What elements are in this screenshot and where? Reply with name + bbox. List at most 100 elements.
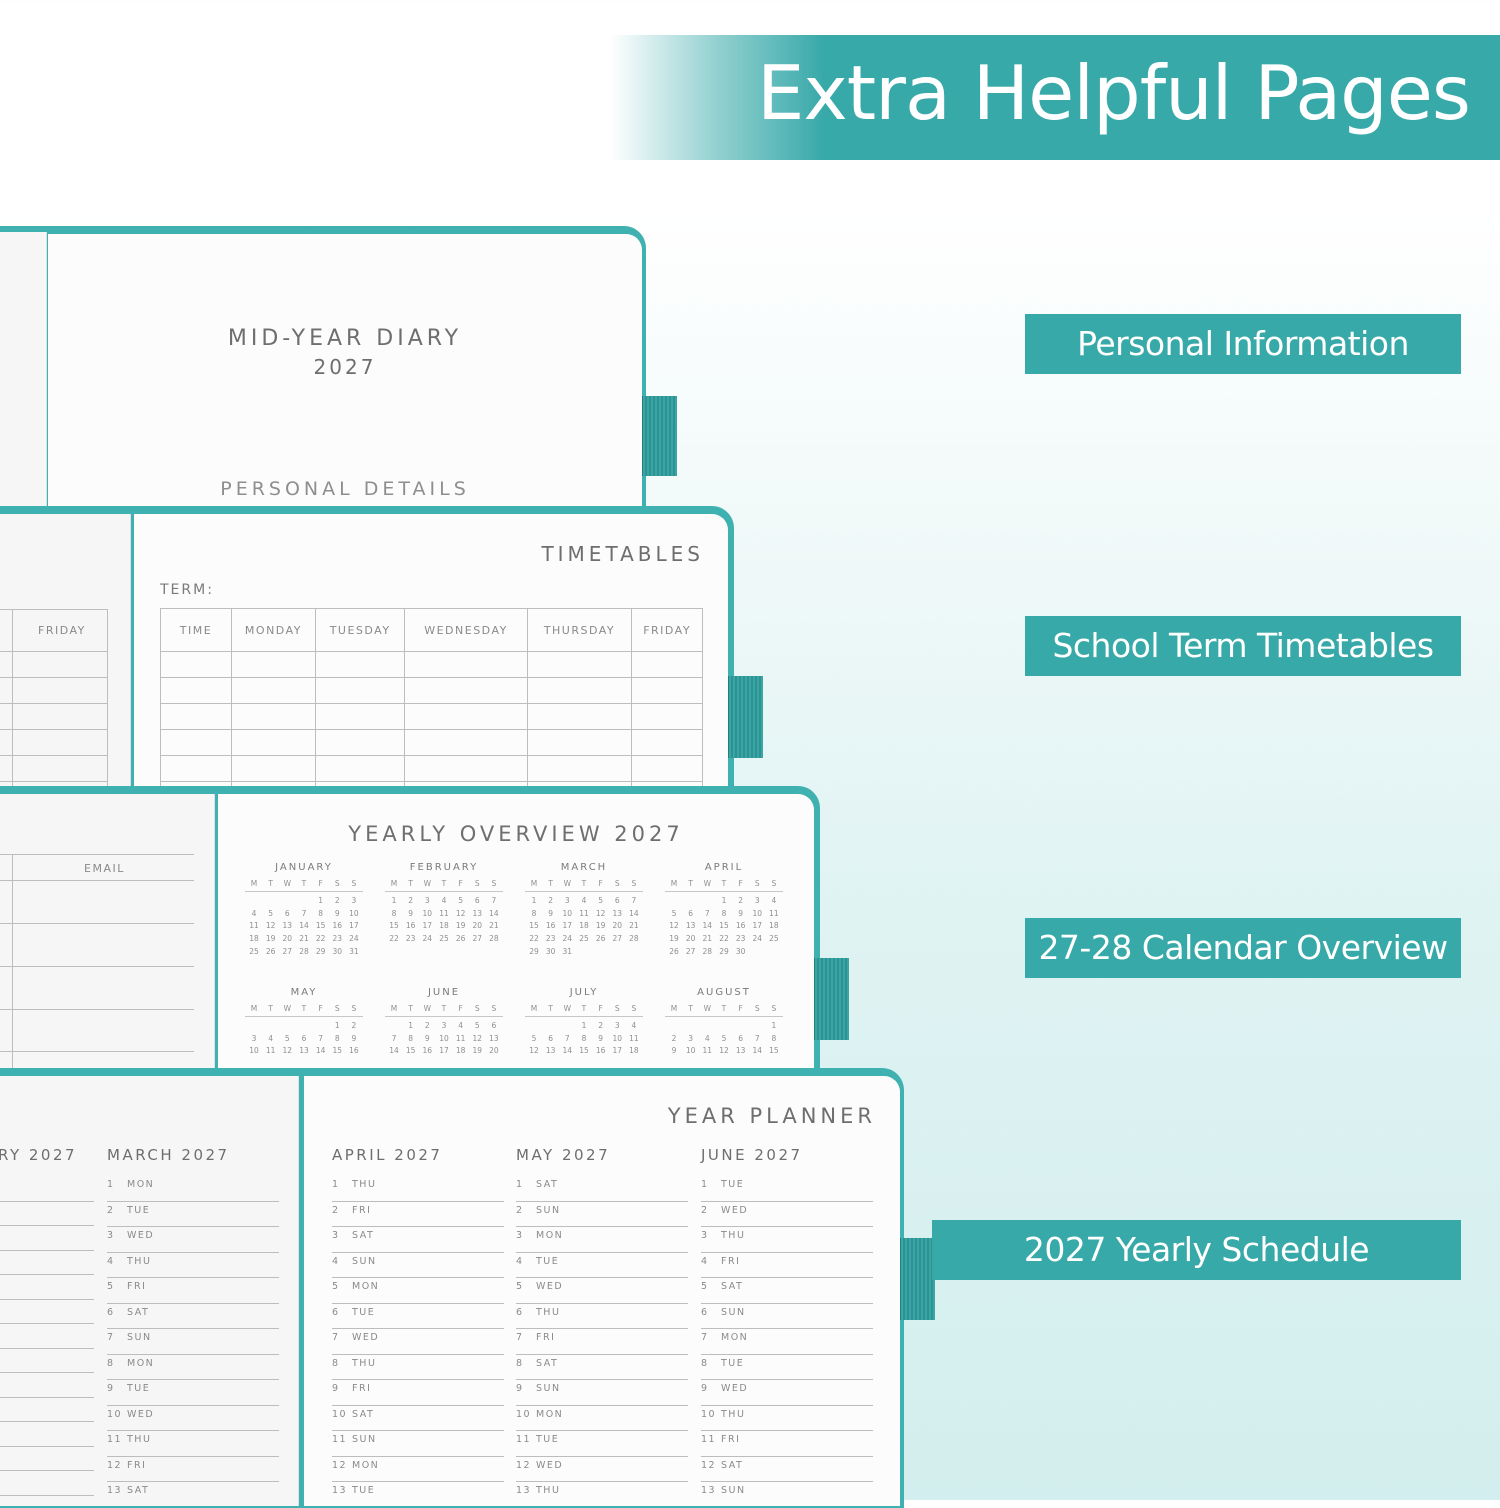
weekday-label: T	[408, 1004, 413, 1013]
day-number: 12	[332, 1459, 348, 1471]
day-number	[265, 895, 277, 908]
partial-month-header: RY 2027	[0, 1146, 78, 1164]
weekday-label: S	[474, 1004, 480, 1013]
day-number	[281, 1020, 293, 1033]
day-number: 17	[439, 1046, 449, 1056]
day-number	[298, 1020, 310, 1033]
day-row-line	[0, 1421, 94, 1422]
day-number: 1	[332, 1179, 340, 1190]
day-number	[281, 895, 293, 908]
day-number: 1	[721, 895, 727, 905]
weekday-label: M	[250, 1004, 258, 1013]
day-number	[701, 895, 713, 908]
day-number: 28	[702, 946, 713, 956]
day-row: 12 WED	[516, 1457, 688, 1482]
day-number: 22	[719, 934, 729, 944]
day-number: 5	[107, 1281, 115, 1292]
day-number: 17	[612, 1046, 623, 1056]
day-number: 23	[332, 934, 343, 944]
grid-line	[0, 966, 194, 967]
day-number: 20	[612, 921, 623, 931]
grid-line	[0, 1009, 194, 1010]
day-number: 11	[701, 1434, 717, 1445]
weekday-label: T	[301, 1004, 307, 1013]
day-number: 26	[595, 934, 606, 944]
header-banner: Extra Helpful Pages	[610, 35, 1500, 160]
week-row: 25 26 27 28 29 30 31	[245, 946, 363, 959]
weekday-name: FRI	[127, 1459, 147, 1471]
day-number: 18	[439, 921, 449, 931]
day-number: 16	[595, 1046, 606, 1056]
day-number: 8	[581, 1033, 587, 1043]
day-number: 12	[265, 921, 276, 931]
day-number: 27	[282, 946, 293, 956]
day-number: 10	[612, 1033, 623, 1043]
left-page-1	[0, 232, 47, 512]
day-number: 2	[107, 1204, 115, 1216]
day-number: 27	[472, 934, 483, 944]
day-number: 14	[389, 1046, 399, 1056]
day-row-line	[0, 1200, 94, 1202]
day-number: 13	[332, 1485, 348, 1496]
day-row: 1 SAT	[516, 1176, 688, 1202]
day-number: 16	[545, 921, 556, 931]
weekday-label: W	[283, 1004, 292, 1013]
weekday-name: TUE	[721, 1179, 745, 1190]
mini-calendar-month-name: APRIL	[704, 862, 744, 873]
grid-line	[0, 854, 194, 855]
left-column-header: FRIDAY	[38, 624, 86, 637]
day-number: 27	[685, 946, 696, 956]
day-number: 17	[349, 921, 359, 931]
day-number: 17	[562, 921, 573, 931]
weekday-label: T	[301, 879, 307, 888]
left-page-3: EMAIL	[0, 794, 215, 1084]
week-row: 26 27 28 29 30	[665, 946, 783, 959]
weekday-name: FRI	[127, 1281, 147, 1292]
page-timetables: TIMETABLES TERM: TIME MONDAY TUESDAY WED…	[134, 514, 728, 794]
weekday-label: S	[334, 1004, 340, 1013]
grid-line	[0, 1051, 194, 1052]
day-number: 10	[422, 908, 433, 918]
day-number: 7	[754, 1033, 760, 1043]
weekday-name: FRI	[352, 1383, 372, 1394]
weekday-name: SAT	[536, 1179, 559, 1190]
day-row: 3 WED	[107, 1227, 279, 1253]
day-number: 6	[284, 908, 290, 918]
day-number: 15	[769, 1046, 779, 1056]
weekday-label: S	[631, 879, 637, 888]
day-number: 1	[531, 895, 537, 905]
weekday-name: FRI	[721, 1434, 741, 1445]
weekday-header-row: MTWTFSS	[385, 1003, 503, 1017]
day-row: 10 THU	[701, 1406, 873, 1431]
weekday-label: F	[598, 1004, 603, 1013]
week-row: 1	[665, 1020, 783, 1033]
day-number: 3	[251, 1033, 257, 1043]
day-number: 23	[735, 934, 746, 944]
day-number: 15	[315, 921, 326, 931]
month-column-march: MARCH 2027 1 MON 2 TUE 3 WED 4 THU 5 FRI 6 SAT 7 SUN 8 M…	[107, 1146, 279, 1506]
weekday-name: TUE	[536, 1434, 560, 1445]
day-number	[388, 1020, 400, 1033]
day-number: 10	[249, 1046, 259, 1056]
day-number	[751, 946, 763, 959]
day-row: 7 SUN	[107, 1329, 279, 1355]
week-row: 22 23 24 25 26 27 28	[525, 933, 643, 946]
day-number: 5	[701, 1281, 709, 1292]
weekday-name: MON	[127, 1179, 155, 1190]
day-number: 2	[738, 895, 744, 905]
weekday-label: S	[474, 879, 480, 888]
weekday-name: WED	[721, 1383, 749, 1394]
week-row: 9 10 11 12 13 14 15	[665, 1045, 783, 1058]
weekday-header-row: MTWTFSS	[665, 878, 783, 892]
day-number: 19	[669, 934, 679, 944]
day-number: 1	[408, 1020, 414, 1030]
week-row: 5 6 7 8 9 10 11	[665, 908, 783, 921]
day-number	[735, 1020, 747, 1033]
email-column-header: EMAIL	[84, 862, 125, 875]
day-number: 12	[701, 1459, 717, 1471]
day-number: 12	[669, 921, 679, 931]
week-row: 1 23 4	[665, 895, 783, 908]
day-row: 4 THU	[107, 1253, 279, 1278]
weekday-name: SAT	[127, 1306, 150, 1318]
day-row: 8 MON	[107, 1355, 279, 1380]
